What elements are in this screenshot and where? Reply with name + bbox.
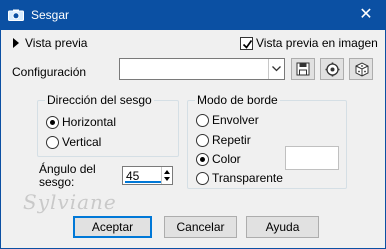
spin-down-icon[interactable] <box>164 177 170 181</box>
radio-repeat[interactable]: Repetir <box>196 133 251 147</box>
radio-repeat-label: Repetir <box>212 133 251 147</box>
help-button[interactable]: Ayuda <box>246 216 319 238</box>
preview-image-label: Vista previa en imagen <box>256 36 378 50</box>
angle-label-line2: sesgo: <box>39 175 75 189</box>
camera-icon <box>8 9 24 21</box>
border-mode-group: Modo de borde Envolver Repetir Color Tra… <box>187 93 347 189</box>
preset-settings-button[interactable] <box>320 58 344 80</box>
radio-horizontal-label: Horizontal <box>62 115 117 129</box>
angle-label: Ángulo del sesgo: <box>39 163 96 189</box>
dialog-body: Vista previa Vista previa en imagen Conf… <box>1 30 385 248</box>
radio-unselected-icon[interactable] <box>196 171 209 185</box>
radio-vertical[interactable]: Vertical <box>46 135 101 149</box>
radio-unselected-icon[interactable] <box>46 135 59 149</box>
radio-horizontal[interactable]: Horizontal <box>46 115 116 129</box>
border-color-swatch[interactable] <box>285 146 339 170</box>
title-bar[interactable]: Sesgar ✕ <box>0 0 386 30</box>
preview-image-checkbox[interactable]: Vista previa en imagen <box>240 36 378 50</box>
save-icon <box>296 62 310 76</box>
dice-icon <box>355 61 368 77</box>
angle-spinner[interactable]: 45 <box>122 166 173 185</box>
accept-button[interactable]: Aceptar <box>73 216 152 238</box>
radio-selected-icon[interactable] <box>196 152 209 166</box>
radio-transparent-label: Transparente <box>212 171 283 185</box>
direction-group: Dirección del sesgo Horizontal Vertical <box>37 93 179 157</box>
preview-toggle-label: Vista previa <box>25 36 88 50</box>
radio-unselected-icon[interactable] <box>196 113 209 127</box>
settings-icon <box>325 62 339 76</box>
chevron-down-icon[interactable] <box>268 59 284 79</box>
close-icon: ✕ <box>359 6 373 23</box>
cancel-button[interactable]: Cancelar <box>164 216 237 238</box>
radio-selected-icon[interactable] <box>46 115 59 129</box>
radio-wrap-label: Envolver <box>212 113 259 127</box>
random-button[interactable] <box>349 58 373 80</box>
radio-color-label: Color <box>212 152 241 166</box>
dialog-window: Sesgar ✕ Vista previa Vista previa en im… <box>0 0 386 249</box>
config-select[interactable] <box>119 58 285 80</box>
radio-transparent[interactable]: Transparente <box>196 171 283 185</box>
expand-triangle-icon <box>13 38 19 48</box>
spin-up-icon[interactable] <box>164 170 170 174</box>
radio-unselected-icon[interactable] <box>196 133 209 147</box>
angle-slider-bar[interactable] <box>125 181 161 183</box>
config-label: Configuración <box>12 65 87 79</box>
save-preset-button[interactable] <box>291 58 315 80</box>
spin-buttons[interactable] <box>161 167 172 184</box>
border-mode-group-title: Modo de borde <box>195 93 280 107</box>
radio-color[interactable]: Color <box>196 152 241 166</box>
close-button[interactable]: ✕ <box>346 0 386 30</box>
preview-toggle[interactable]: Vista previa <box>13 36 87 50</box>
radio-vertical-label: Vertical <box>62 135 102 149</box>
window-title: Sesgar <box>31 8 70 22</box>
watermark-signature: Sylviane <box>23 190 117 214</box>
direction-group-title: Dirección del sesgo <box>45 93 154 107</box>
radio-wrap[interactable]: Envolver <box>196 113 259 127</box>
checkbox-checked-icon[interactable] <box>240 36 253 50</box>
